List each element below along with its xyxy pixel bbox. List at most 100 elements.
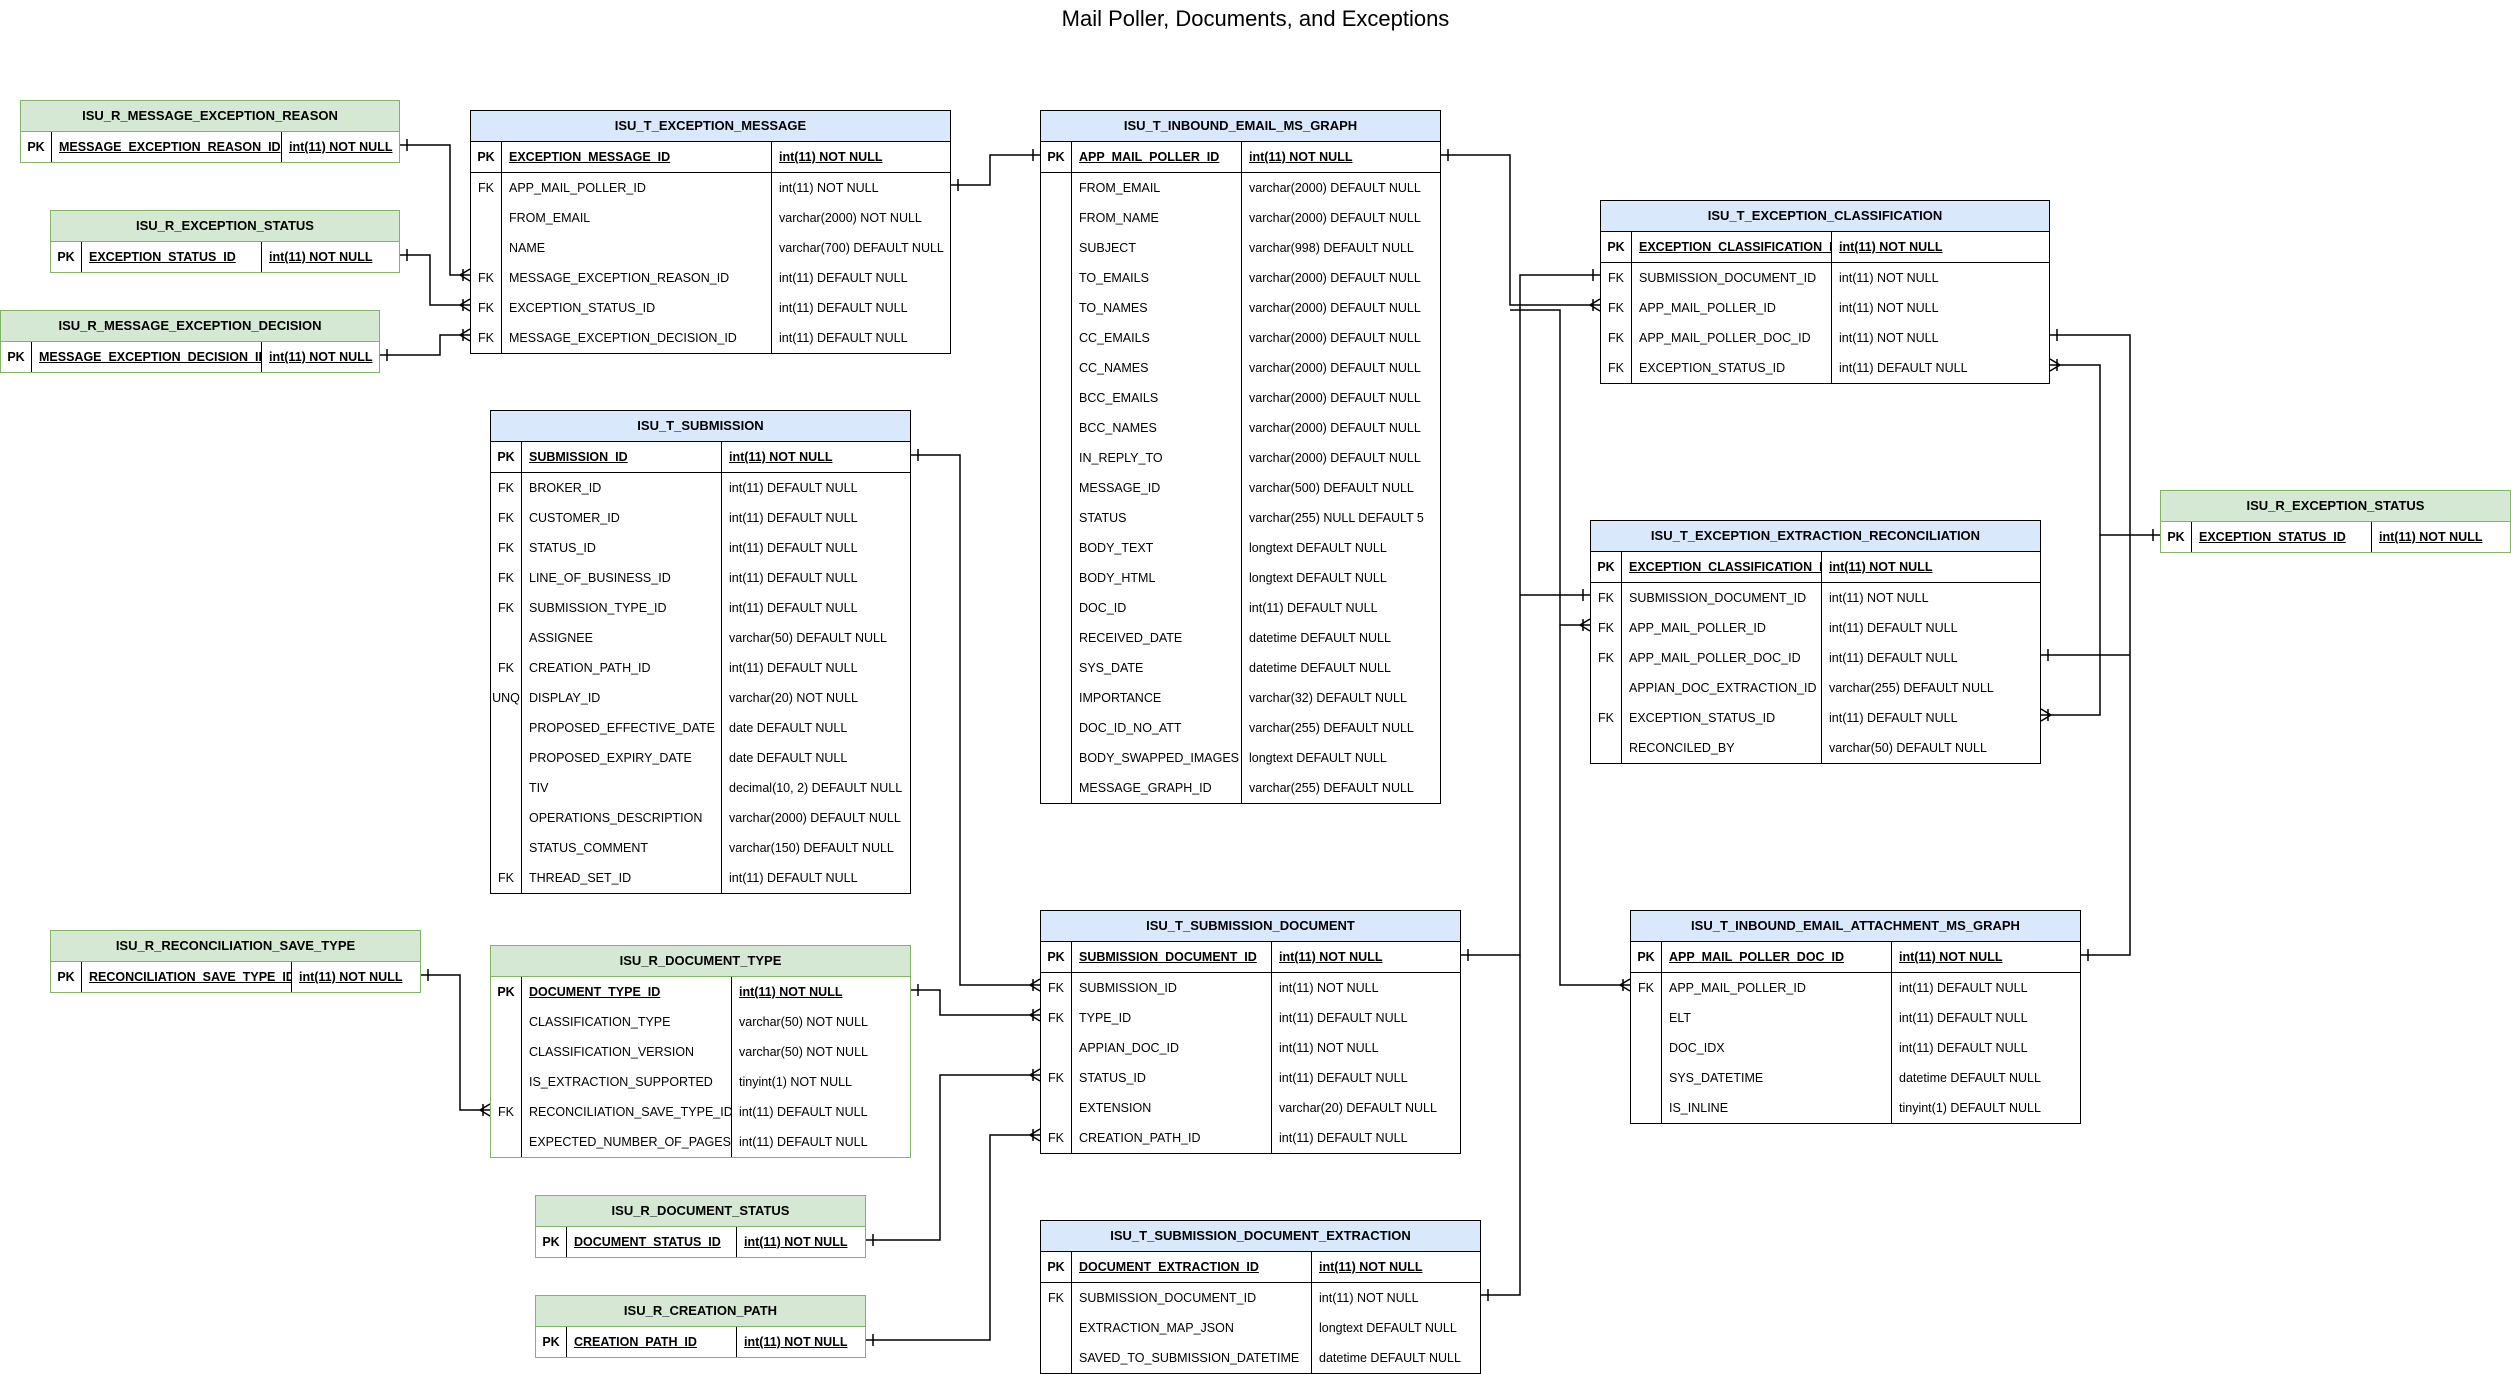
column-row[interactable]: FK STATUS_ID int(11) DEFAULT NULL xyxy=(491,533,910,563)
column-row[interactable]: MESSAGE_ID varchar(500) DEFAULT NULL xyxy=(1041,473,1440,503)
column-row[interactable]: FK CUSTOMER_ID int(11) DEFAULT NULL xyxy=(491,503,910,533)
column-row[interactable]: SYS_DATETIME datetime DEFAULT NULL xyxy=(1631,1063,2080,1093)
column-row[interactable]: FK BROKER_ID int(11) DEFAULT NULL xyxy=(491,473,910,503)
column-row[interactable]: PROPOSED_EFFECTIVE_DATE date DEFAULT NULL xyxy=(491,713,910,743)
column-row[interactable]: SUBJECT varchar(998) DEFAULT NULL xyxy=(1041,233,1440,263)
column-row[interactable]: FROM_EMAIL varchar(2000) DEFAULT NULL xyxy=(1041,173,1440,203)
primary-key-row[interactable]: PK DOCUMENT_EXTRACTION_ID int(11) NOT NULL xyxy=(1041,1252,1480,1283)
column-row[interactable]: FK EXCEPTION_STATUS_ID int(11) DEFAULT NUL… xyxy=(471,293,950,323)
table-msg-exc-reason[interactable]: ISU_R_MESSAGE_EXCEPTION_REASON PK MESSAGE_… xyxy=(20,100,400,163)
column-row[interactable]: STATUS varchar(255) NULL DEFAULT 5 xyxy=(1041,503,1440,533)
primary-key-row[interactable]: PK EXCEPTION_STATUS_ID int(11) NOT NULL xyxy=(2161,522,2510,552)
column-row[interactable]: FROM_EMAIL varchar(2000) NOT NULL xyxy=(471,203,950,233)
primary-key-row[interactable]: PK SUBMISSION_DOCUMENT_ID int(11) NOT NULL xyxy=(1041,942,1460,973)
column-row[interactable]: SAVED_TO_SUBMISSION_DATETIME datetime DEF… xyxy=(1041,1343,1480,1373)
primary-key-row[interactable]: PK DOCUMENT_STATUS_ID int(11) NOT NULL xyxy=(536,1227,865,1257)
column-row[interactable]: TIV decimal(10, 2) DEFAULT NULL xyxy=(491,773,910,803)
column-row[interactable]: FK EXCEPTION_STATUS_ID int(11) DEFAULT NUL… xyxy=(1591,703,2040,733)
column-row[interactable]: STATUS_COMMENT varchar(150) DEFAULT NULL xyxy=(491,833,910,863)
column-row[interactable]: FK APP_MAIL_POLLER_DOC_ID int(11) DEFAULT … xyxy=(1591,643,2040,673)
column-row[interactable]: BODY_HTML longtext DEFAULT NULL xyxy=(1041,563,1440,593)
column-row[interactable]: FK SUBMISSION_DOCUMENT_ID int(11) NOT NULL xyxy=(1591,583,2040,613)
column-row[interactable]: IS_EXTRACTION_SUPPORTED tinyint(1) NOT NU… xyxy=(491,1067,910,1097)
column-row[interactable]: FK SUBMISSION_TYPE_ID int(11) DEFAULT NULL xyxy=(491,593,910,623)
column-row[interactable]: FK STATUS_ID int(11) DEFAULT NULL xyxy=(1041,1063,1460,1093)
primary-key-row[interactable]: PK MESSAGE_EXCEPTION_DECISION_ID int(11) N… xyxy=(1,342,379,372)
column-row[interactable]: CC_NAMES varchar(2000) DEFAULT NULL xyxy=(1041,353,1440,383)
column-row[interactable]: FK SUBMISSION_DOCUMENT_ID int(11) NOT NULL xyxy=(1601,263,2049,293)
column-row[interactable]: FK APP_MAIL_POLLER_ID int(11) NOT NULL xyxy=(471,173,950,203)
column-row[interactable]: TO_NAMES varchar(2000) DEFAULT NULL xyxy=(1041,293,1440,323)
column-row[interactable]: DOC_IDX int(11) DEFAULT NULL xyxy=(1631,1033,2080,1063)
column-row[interactable]: BODY_TEXT longtext DEFAULT NULL xyxy=(1041,533,1440,563)
column-row[interactable]: NAME varchar(700) DEFAULT NULL xyxy=(471,233,950,263)
column-row[interactable]: APPIAN_DOC_EXTRACTION_ID varchar(255) DEF… xyxy=(1591,673,2040,703)
column-row[interactable]: IS_INLINE tinyint(1) DEFAULT NULL xyxy=(1631,1093,2080,1123)
table-inbound-email[interactable]: ISU_T_INBOUND_EMAIL_MS_GRAPH PK APP_MAIL_P… xyxy=(1040,110,1441,804)
column-row[interactable]: APPIAN_DOC_ID int(11) NOT NULL xyxy=(1041,1033,1460,1063)
primary-key-row[interactable]: PK EXCEPTION_STATUS_ID int(11) NOT NULL xyxy=(51,242,399,272)
table-document-type[interactable]: ISU_R_DOCUMENT_TYPE PK DOCUMENT_TYPE_ID int… xyxy=(490,945,911,1158)
column-row[interactable]: FK APP_MAIL_POLLER_ID int(11) DEFAULT NULL xyxy=(1591,613,2040,643)
column-row[interactable]: EXTRACTION_MAP_JSON longtext DEFAULT NULL xyxy=(1041,1313,1480,1343)
primary-key-row[interactable]: PK EXCEPTION_MESSAGE_ID int(11) NOT NULL xyxy=(471,142,950,173)
primary-key-row[interactable]: PK RECONCILIATION_SAVE_TYPE_ID int(11) NOT… xyxy=(51,962,420,992)
column-row[interactable]: PROPOSED_EXPIRY_DATE date DEFAULT NULL xyxy=(491,743,910,773)
primary-key-row[interactable]: PK MESSAGE_EXCEPTION_REASON_ID int(11) NOT… xyxy=(21,132,399,162)
column-row[interactable]: FK CREATION_PATH_ID int(11) DEFAULT NULL xyxy=(491,653,910,683)
column-row[interactable]: FK SUBMISSION_DOCUMENT_ID int(11) NOT NULL xyxy=(1041,1283,1480,1313)
column-row[interactable]: IN_REPLY_TO varchar(2000) DEFAULT NULL xyxy=(1041,443,1440,473)
column-row[interactable]: BCC_EMAILS varchar(2000) DEFAULT NULL xyxy=(1041,383,1440,413)
column-row[interactable]: FK LINE_OF_BUSINESS_ID int(11) DEFAULT NUL… xyxy=(491,563,910,593)
column-row[interactable]: FK MESSAGE_EXCEPTION_REASON_ID int(11) DEF… xyxy=(471,263,950,293)
table-submission[interactable]: ISU_T_SUBMISSION PK SUBMISSION_ID int(11) N… xyxy=(490,410,911,894)
column-row[interactable]: FK TYPE_ID int(11) DEFAULT NULL xyxy=(1041,1003,1460,1033)
primary-key-row[interactable]: PK CREATION_PATH_ID int(11) NOT NULL xyxy=(536,1327,865,1357)
table-creation-path[interactable]: ISU_R_CREATION_PATH PK CREATION_PATH_ID int… xyxy=(535,1295,866,1358)
column-row[interactable]: UNQ DISPLAY_ID varchar(20) NOT NULL xyxy=(491,683,910,713)
column-row[interactable]: DOC_ID_NO_ATT varchar(255) DEFAULT NULL xyxy=(1041,713,1440,743)
table-exc-classification[interactable]: ISU_T_EXCEPTION_CLASSIFICATION PK EXCEPTIO… xyxy=(1600,200,2050,384)
primary-key-row[interactable]: PK APP_MAIL_POLLER_DOC_ID int(11) NOT NULL xyxy=(1631,942,2080,973)
column-row[interactable]: ASSIGNEE varchar(50) DEFAULT NULL xyxy=(491,623,910,653)
column-row[interactable]: FK EXCEPTION_STATUS_ID int(11) DEFAULT NUL… xyxy=(1601,353,2049,383)
table-sub-doc-extraction[interactable]: ISU_T_SUBMISSION_DOCUMENT_EXTRACTION PK DO… xyxy=(1040,1220,1481,1374)
column-row[interactable]: FROM_NAME varchar(2000) DEFAULT NULL xyxy=(1041,203,1440,233)
column-row[interactable]: BCC_NAMES varchar(2000) DEFAULT NULL xyxy=(1041,413,1440,443)
primary-key-row[interactable]: PK DOCUMENT_TYPE_ID int(11) NOT NULL xyxy=(491,977,910,1007)
column-row[interactable]: EXPECTED_NUMBER_OF_PAGES int(11) DEFAULT … xyxy=(491,1127,910,1157)
primary-key-row[interactable]: PK EXCEPTION_CLASSIFICATION_ID int(11) NOT… xyxy=(1601,232,2049,263)
column-row[interactable]: TO_EMAILS varchar(2000) DEFAULT NULL xyxy=(1041,263,1440,293)
column-row[interactable]: FK SUBMISSION_ID int(11) NOT NULL xyxy=(1041,973,1460,1003)
table-msg-exc-decision[interactable]: ISU_R_MESSAGE_EXCEPTION_DECISION PK MESSAG… xyxy=(0,310,380,373)
table-exc-extraction-recon[interactable]: ISU_T_EXCEPTION_EXTRACTION_RECONCILIATIO… xyxy=(1590,520,2041,764)
primary-key-row[interactable]: PK SUBMISSION_ID int(11) NOT NULL xyxy=(491,442,910,473)
column-row[interactable]: CLASSIFICATION_VERSION varchar(50) NOT NU… xyxy=(491,1037,910,1067)
column-row[interactable]: SYS_DATE datetime DEFAULT NULL xyxy=(1041,653,1440,683)
column-row[interactable]: FK APP_MAIL_POLLER_ID int(11) NOT NULL xyxy=(1601,293,2049,323)
column-row[interactable]: CLASSIFICATION_TYPE varchar(50) NOT NULL xyxy=(491,1007,910,1037)
column-row[interactable]: BODY_SWAPPED_IMAGES longtext DEFAULT NULL xyxy=(1041,743,1440,773)
column-row[interactable]: FK APP_MAIL_POLLER_ID int(11) DEFAULT NULL xyxy=(1631,973,2080,1003)
column-row[interactable]: RECEIVED_DATE datetime DEFAULT NULL xyxy=(1041,623,1440,653)
column-row[interactable]: DOC_ID int(11) DEFAULT NULL xyxy=(1041,593,1440,623)
column-row[interactable]: CC_EMAILS varchar(2000) DEFAULT NULL xyxy=(1041,323,1440,353)
table-submission-document[interactable]: ISU_T_SUBMISSION_DOCUMENT PK SUBMISSION_DO… xyxy=(1040,910,1461,1154)
column-row[interactable]: RECONCILED_BY varchar(50) DEFAULT NULL xyxy=(1591,733,2040,763)
table-document-status[interactable]: ISU_R_DOCUMENT_STATUS PK DOCUMENT_STATUS_I… xyxy=(535,1195,866,1258)
table-exc-status-left[interactable]: ISU_R_EXCEPTION_STATUS PK EXCEPTION_STATUS… xyxy=(50,210,400,273)
column-row[interactable]: ELT int(11) DEFAULT NULL xyxy=(1631,1003,2080,1033)
table-exc-status-right[interactable]: ISU_R_EXCEPTION_STATUS PK EXCEPTION_STATUS… xyxy=(2160,490,2511,553)
column-row[interactable]: FK RECONCILIATION_SAVE_TYPE_ID int(11) DEF… xyxy=(491,1097,910,1127)
column-row[interactable]: FK APP_MAIL_POLLER_DOC_ID int(11) NOT NULL xyxy=(1601,323,2049,353)
column-row[interactable]: FK CREATION_PATH_ID int(11) DEFAULT NULL xyxy=(1041,1123,1460,1153)
column-row[interactable]: FK THREAD_SET_ID int(11) DEFAULT NULL xyxy=(491,863,910,893)
column-row[interactable]: EXTENSION varchar(20) DEFAULT NULL xyxy=(1041,1093,1460,1123)
column-row[interactable]: MESSAGE_GRAPH_ID varchar(255) DEFAULT NUL… xyxy=(1041,773,1440,803)
column-row[interactable]: FK MESSAGE_EXCEPTION_DECISION_ID int(11) D… xyxy=(471,323,950,353)
column-row[interactable]: OPERATIONS_DESCRIPTION varchar(2000) DEFA… xyxy=(491,803,910,833)
table-recon-save-type[interactable]: ISU_R_RECONCILIATION_SAVE_TYPE PK RECONCIL… xyxy=(50,930,421,993)
column-row[interactable]: IMPORTANCE varchar(32) DEFAULT NULL xyxy=(1041,683,1440,713)
table-exception-message[interactable]: ISU_T_EXCEPTION_MESSAGE PK EXCEPTION_MESSA… xyxy=(470,110,951,354)
table-inbound-attachment[interactable]: ISU_T_INBOUND_EMAIL_ATTACHMENT_MS_GRAPH P… xyxy=(1630,910,2081,1124)
